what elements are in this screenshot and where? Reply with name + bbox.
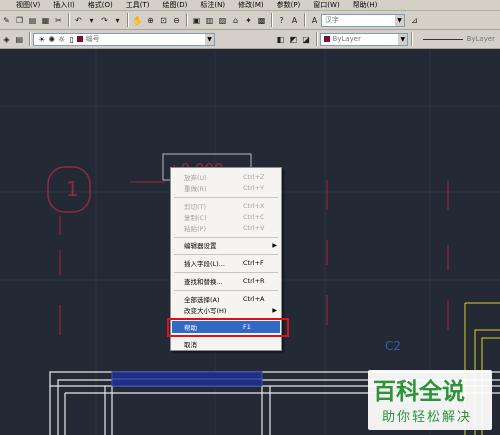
linetype-preview xyxy=(423,38,463,40)
sheet-set-icon[interactable]: ⌂ xyxy=(230,15,241,26)
watermark-subtitle: 助你轻松解决 xyxy=(382,410,473,425)
undo-icon[interactable]: ↶ xyxy=(73,15,84,26)
color-value: ByLayer xyxy=(332,35,361,43)
text-style-dropdown[interactable]: 汉字 ▼ xyxy=(321,13,405,27)
toolbar-separator xyxy=(304,13,305,27)
menu-help[interactable]: 帮助(H) xyxy=(346,0,384,11)
menu-draw[interactable]: 绘图(D) xyxy=(156,0,194,11)
zoom-window-icon[interactable]: ⊡ xyxy=(158,15,169,26)
menu-separator xyxy=(174,254,278,255)
layer-value: 编号 xyxy=(85,35,100,43)
toolbar-separator xyxy=(127,13,128,27)
tool-palettes-icon[interactable]: ▨ xyxy=(217,15,228,26)
menu-separator xyxy=(174,290,278,291)
layer-dropdown[interactable]: ☀ ✺ ☼ ▯ 编号 ▼ xyxy=(32,32,215,46)
color-swatch xyxy=(323,36,330,42)
toolbar-separator xyxy=(28,32,30,46)
label-c2: C2 xyxy=(385,339,401,353)
menu-item-paste[interactable]: 粘贴(P) Ctrl+V xyxy=(171,222,281,234)
menu-modify[interactable]: 修改(M) xyxy=(231,0,270,11)
pan-icon[interactable]: ✋ xyxy=(132,15,143,26)
color-dropdown[interactable]: ByLayer ▼ xyxy=(319,32,409,46)
paste-icon[interactable]: ▤ xyxy=(27,15,38,26)
layer-on-icon[interactable]: ☀ xyxy=(38,34,46,45)
text-style-icon: A xyxy=(311,15,318,25)
layer-states-icon[interactable]: ▤ xyxy=(14,34,25,45)
lightbulb-icon[interactable]: ✺ xyxy=(48,34,56,45)
sun-icon[interactable]: ☼ xyxy=(58,34,66,45)
watermark-title: 百科全说 xyxy=(373,379,465,405)
axis-bubble-mark: 1 xyxy=(66,177,79,201)
zoom-realtime-icon[interactable]: ⊕ xyxy=(145,15,156,26)
cut-icon[interactable]: ✂ xyxy=(53,15,64,26)
text-tool-icon[interactable]: A xyxy=(289,15,300,26)
menu-item-change-case[interactable]: 改变大小写(H) ▶ xyxy=(171,304,281,316)
clipboard-icon[interactable]: ▦ xyxy=(40,15,51,26)
layer-color-swatch xyxy=(76,36,83,42)
redo-icon[interactable]: ↷ xyxy=(99,15,110,26)
layer-previous-icon[interactable]: ◩ xyxy=(288,34,299,45)
help-highlight-annotation xyxy=(167,318,289,337)
dimension-style-icon[interactable]: ⊿ xyxy=(409,15,420,26)
linetype-value: ByLayer xyxy=(466,35,496,43)
toolbar-separator xyxy=(271,13,272,27)
menu-tools[interactable]: 工具(T) xyxy=(119,0,156,11)
help-icon[interactable]: ? xyxy=(276,15,287,26)
menu-item-redo[interactable]: 重做(R) Ctrl+Y xyxy=(171,182,281,194)
toolbar-separator xyxy=(68,13,69,27)
properties-icon[interactable]: ▣ xyxy=(191,15,202,26)
text-style-value: 汉字 xyxy=(325,16,339,24)
watermark-logo: 百科全说 助你轻松解决 xyxy=(368,370,492,430)
dropdown-icon[interactable]: ▾ xyxy=(86,15,97,26)
design-center-icon[interactable]: ▥ xyxy=(204,15,215,26)
chevron-down-icon[interactable]: ▼ xyxy=(205,33,214,45)
menu-format[interactable]: 格式(O) xyxy=(81,0,119,11)
zoom-previous-icon[interactable]: ⊖ xyxy=(171,15,182,26)
chevron-down-icon[interactable]: ▼ xyxy=(398,33,408,45)
menu-item-cancel[interactable]: 取消 xyxy=(171,338,281,350)
submenu-arrow-icon: ▶ xyxy=(272,306,277,314)
toolbar-separator xyxy=(186,13,187,27)
menu-separator xyxy=(174,197,278,198)
lock-icon[interactable]: ▯ xyxy=(68,34,76,45)
layer-match-icon[interactable]: ◪ xyxy=(301,34,312,45)
menu-dimension[interactable]: 标注(N) xyxy=(193,0,231,11)
menu-window[interactable]: 窗口(W) xyxy=(306,0,345,11)
toolbar-separator xyxy=(315,32,317,46)
toolbar-separator xyxy=(411,32,413,46)
markup-icon[interactable]: ✦ xyxy=(243,15,254,26)
chevron-down-icon[interactable]: ▼ xyxy=(395,14,404,26)
linetype-dropdown[interactable]: ByLayer xyxy=(415,32,500,46)
dropdown-icon[interactable]: ▾ xyxy=(112,15,123,26)
layer-manager-icon[interactable]: ◈ xyxy=(1,34,12,45)
standard-toolbar: ✎ ❐ ▤ ▦ ✂ ↶ ▾ ↷ ▾ ✋ ⊕ ⊡ ⊖ ▣ ▥ ▨ ⌂ ✦ ▩ ? … xyxy=(0,11,500,30)
menu-item-editor-settings[interactable]: 编辑器设置 ▶ xyxy=(171,239,281,251)
match-properties-icon[interactable]: ✎ xyxy=(1,15,12,26)
menu-bar: 视图(V) 插入(I) 格式(O) 工具(T) 绘图(D) 标注(N) 修改(M… xyxy=(0,0,500,11)
menu-item-insert-field[interactable]: 插入字段(L)... Ctrl+F xyxy=(171,257,281,269)
submenu-arrow-icon: ▶ xyxy=(272,241,277,249)
menu-item-find-replace[interactable]: 查找和替换... Ctrl+R xyxy=(171,275,281,287)
menu-view[interactable]: 视图(V) xyxy=(0,0,46,11)
calculator-icon[interactable]: ▩ xyxy=(256,15,267,26)
make-current-icon[interactable]: ◧ xyxy=(275,34,286,45)
copy-icon[interactable]: ❐ xyxy=(14,15,25,26)
menu-parametric[interactable]: 参数(P) xyxy=(270,0,307,11)
menu-insert[interactable]: 插入(I) xyxy=(46,0,81,11)
layers-toolbar: ◈ ▤ ☀ ✺ ☼ ▯ 编号 ▼ ◧ ◩ ◪ ByLayer ▼ ByLayer xyxy=(0,30,500,49)
menu-separator xyxy=(174,237,278,238)
menu-separator xyxy=(174,272,278,273)
